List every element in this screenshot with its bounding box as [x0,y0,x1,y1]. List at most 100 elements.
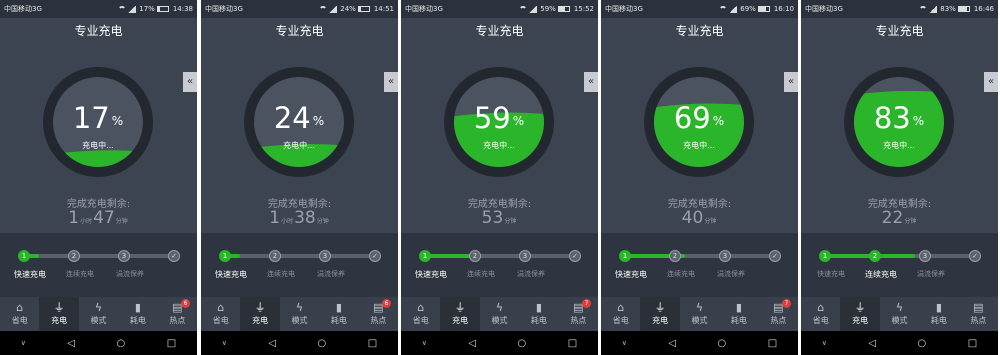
collapse-icon[interactable]: ∨ [422,339,427,347]
remaining-time: 53分钟 [401,208,598,228]
bar-chart-icon: ▮ [134,301,141,314]
collapse-icon[interactable]: ∨ [222,339,227,347]
back-icon[interactable]: ◁ [668,338,676,349]
stage-label: 快速充电 [615,270,647,279]
recents-icon[interactable]: □ [568,338,577,349]
nav-item-充电[interactable]: ⏚ 充电 [39,297,79,331]
nav-label: 省电 [412,316,429,325]
nav-item-充电[interactable]: ⏚ 充电 [240,297,280,331]
home-circle-icon[interactable]: ○ [518,338,527,349]
remaining-hours: 1 [269,208,281,228]
nav-label: 充电 [652,316,669,325]
charge-gauge-svg [644,67,754,177]
collapse-icon[interactable]: ∨ [21,339,26,347]
recents-icon[interactable]: □ [167,338,176,349]
nav-item-耗电[interactable]: ▮ 耗电 [519,297,558,331]
nav-item-热点[interactable]: ▤ 热点 7 [559,297,598,331]
nav-item-省电[interactable]: ⌂ 省电 [401,297,440,331]
bar-chart-icon: ▮ [735,301,742,314]
nav-item-模式[interactable]: ϟ 模式 [880,297,919,331]
charge-stage-panel: 1 2 3 ✓ 快速充电 连续充电 涓流保养 [601,233,798,297]
charge-gauge-svg [844,67,954,177]
back-icon[interactable]: ◁ [268,338,276,349]
stage-label: 涓流保养 [317,270,345,278]
page-title: 专业充电 [74,24,123,38]
nav-item-热点[interactable]: ▤ 热点 6 [158,297,197,331]
signal-icon [529,5,538,13]
nav-item-模式[interactable]: ϟ 模式 [280,297,319,331]
stage-label: 连续充电 [66,270,94,278]
side-drawer-toggle[interactable]: « [183,72,197,92]
home-circle-icon[interactable]: ○ [918,338,927,349]
carrier-name: 中国移动3G [4,5,42,13]
stage-track [24,254,174,258]
nav-item-耗电[interactable]: ▮ 耗电 [319,297,358,331]
nav-item-热点[interactable]: ▤ 热点 7 [759,297,798,331]
signal-icon [128,5,137,13]
stage-label: 涓流保养 [717,270,745,278]
nav-item-耗电[interactable]: ▮ 耗电 [919,297,958,331]
side-drawer-toggle[interactable]: « [984,72,998,92]
stage-step-2: 2 [669,250,681,262]
home-circle-icon[interactable]: ○ [117,338,126,349]
charge-stage-panel: 1 2 3 ✓ 快速充电 连续充电 涓流保养 [801,233,998,297]
nav-item-热点[interactable]: ▤ 热点 6 [359,297,398,331]
home-icon: ⌂ [16,301,24,314]
bottom-nav: ⌂ 省电 ⏚ 充电 ϟ 模式 ▮ 耗电 ▤ 热点 [801,297,998,331]
nav-label: 热点 [570,316,587,325]
recents-icon[interactable]: □ [968,338,977,349]
nav-label: 模式 [691,316,708,325]
nav-item-省电[interactable]: ⌂ 省电 [201,297,240,331]
charge-gauge-svg [244,67,354,177]
side-drawer-toggle[interactable]: « [584,72,598,92]
status-bar: 中国移动3G 69% 16:10 [601,0,798,18]
nav-item-省电[interactable]: ⌂ 省电 [601,297,640,331]
status-bar: 中国移动3G 17% 14:38 [0,0,197,18]
document-icon: ▤ [773,301,784,314]
collapse-icon[interactable]: ∨ [622,339,627,347]
home-circle-icon[interactable]: ○ [318,338,327,349]
nav-item-模式[interactable]: ϟ 模式 [79,297,118,331]
plug-icon: ⏚ [454,301,466,314]
nav-item-模式[interactable]: ϟ 模式 [680,297,719,331]
nav-label: 充电 [252,316,269,325]
nav-item-省电[interactable]: ⌂ 省电 [801,297,840,331]
nav-item-热点[interactable]: ▤ 热点 [959,297,998,331]
nav-item-模式[interactable]: ϟ 模式 [480,297,519,331]
stage-complete-icon: ✓ [369,250,381,262]
system-nav-bar: ∨ ◁ ○ □ [201,331,398,355]
back-icon[interactable]: ◁ [67,338,75,349]
nav-item-充电[interactable]: ⏚ 充电 [440,297,480,331]
system-nav-bar: ∨ ◁ ○ □ [801,331,998,355]
nav-label: 耗电 [330,316,347,325]
stage-track [625,254,775,258]
wifi-icon [118,6,127,12]
page-title: 专业充电 [475,24,524,38]
stage-complete-icon: ✓ [569,250,581,262]
recents-icon[interactable]: □ [768,338,777,349]
back-icon[interactable]: ◁ [868,338,876,349]
charge-gauge: 69% 充电中... [643,66,755,178]
collapse-icon[interactable]: ∨ [822,339,827,347]
nav-item-充电[interactable]: ⏚ 充电 [840,297,880,331]
stage-step-1: 1 [419,250,431,262]
document-icon: ▤ [172,301,183,314]
nav-item-耗电[interactable]: ▮ 耗电 [719,297,758,331]
hour-unit: 小时 [80,218,93,225]
nav-item-充电[interactable]: ⏚ 充电 [640,297,680,331]
side-drawer-toggle[interactable]: « [384,72,398,92]
nav-label: 省电 [612,316,629,325]
status-clock: 16:10 [773,5,794,13]
bar-chart-icon: ▮ [535,301,542,314]
status-bar: 中国移动3G 83% 16:46 [801,0,998,18]
nav-item-耗电[interactable]: ▮ 耗电 [118,297,157,331]
stage-label: 连续充电 [267,270,295,278]
plug-icon: ⏚ [654,301,666,314]
recents-icon[interactable]: □ [368,338,377,349]
side-drawer-toggle[interactable]: « [784,72,798,92]
home-circle-icon[interactable]: ○ [718,338,727,349]
stage-label: 涓流保养 [116,270,144,278]
back-icon[interactable]: ◁ [468,338,476,349]
stage-label: 连续充电 [467,270,495,278]
nav-item-省电[interactable]: ⌂ 省电 [0,297,39,331]
